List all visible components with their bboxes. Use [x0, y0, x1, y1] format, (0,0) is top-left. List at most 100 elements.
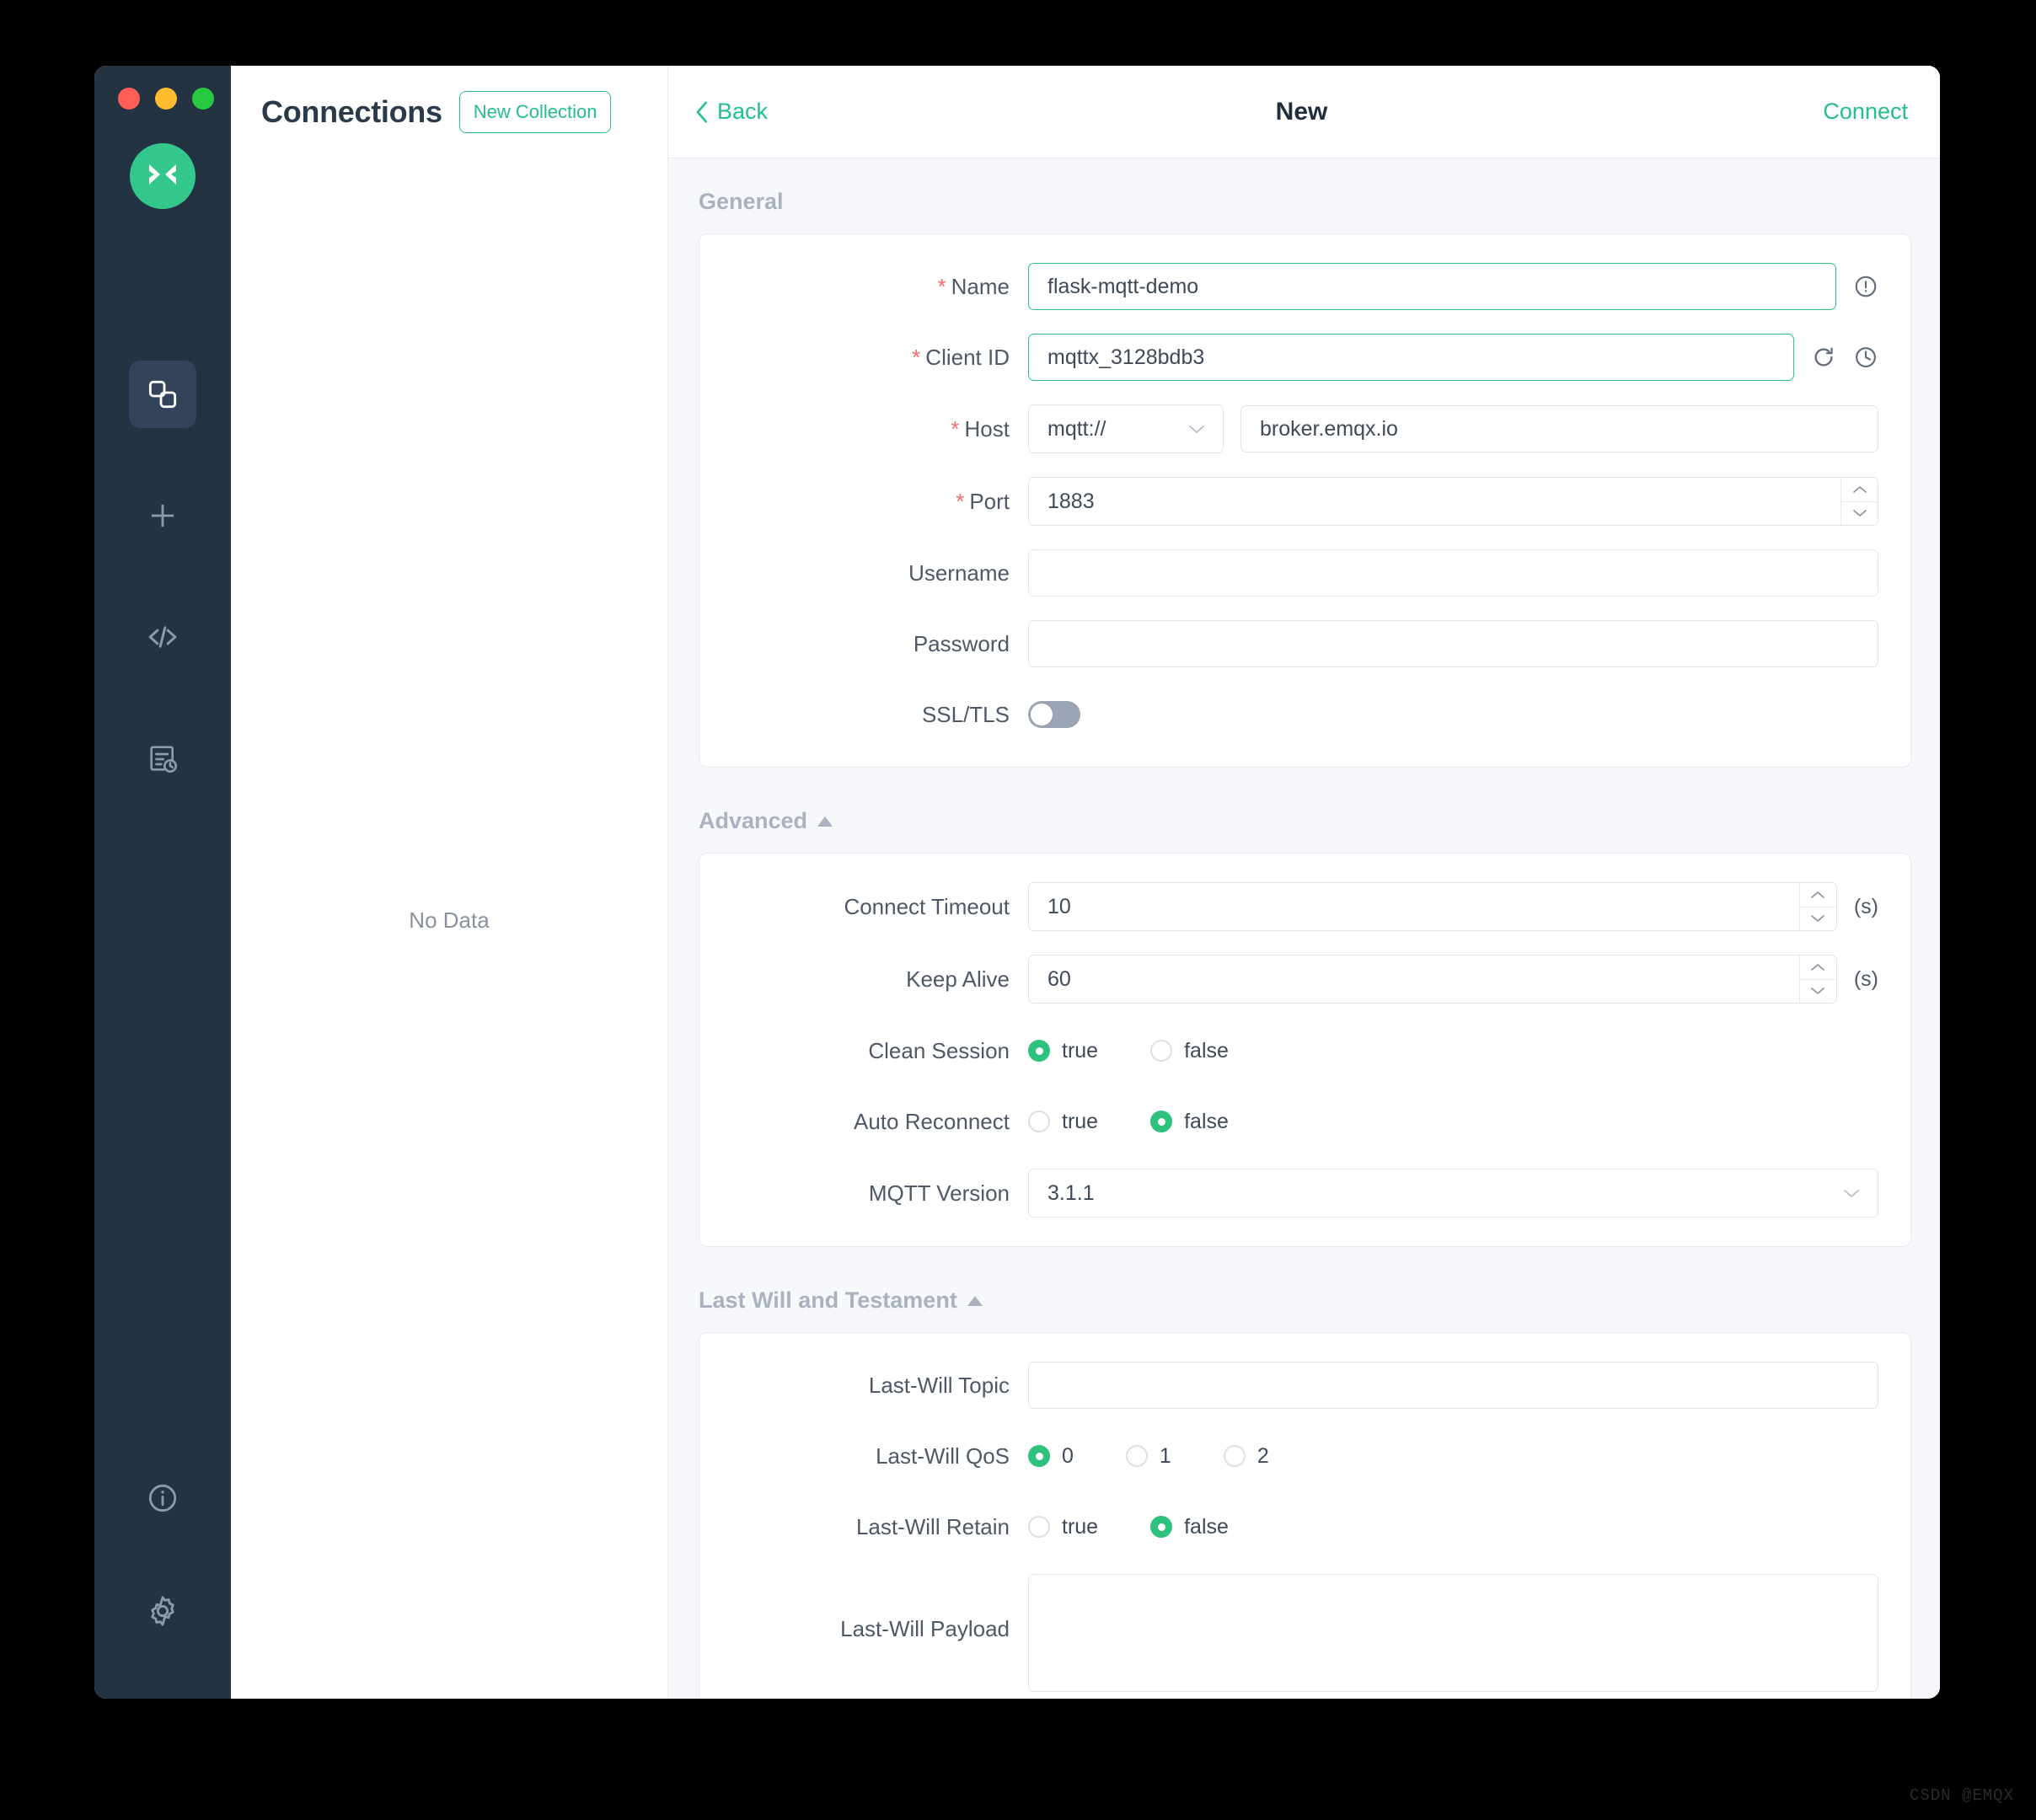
last-will-retain-option-true[interactable]: true — [1028, 1515, 1098, 1539]
rail-bottom-group — [94, 1464, 231, 1645]
sidebar-item-scripts[interactable] — [129, 603, 196, 671]
exclamation-circle-icon[interactable] — [1853, 274, 1878, 299]
clean-session-option-true[interactable]: true — [1028, 1039, 1098, 1063]
keep-alive-spinner[interactable] — [1798, 956, 1836, 1004]
required-marker: * — [951, 415, 960, 442]
last-will-payload-textarea[interactable] — [1028, 1574, 1878, 1692]
host-input[interactable]: broker.emqx.io — [1240, 405, 1878, 452]
required-marker: * — [912, 344, 921, 370]
minimize-window-button[interactable] — [155, 88, 177, 110]
keep-alive-unit: (s) — [1853, 966, 1878, 991]
field-row-last-will-qos: Last-Will QoS 0 1 2 — [699, 1432, 1910, 1480]
connections-panel: Connections New Collection No Data — [231, 66, 668, 1699]
connect-timeout-unit: (s) — [1853, 894, 1878, 918]
radio-dot-icon — [1028, 1445, 1050, 1467]
radio-dot-icon — [1125, 1445, 1148, 1467]
new-collection-button[interactable]: New Collection — [458, 91, 612, 133]
port-input[interactable]: 1883 — [1029, 478, 1840, 525]
host-protocol-select[interactable]: mqtt:// — [1028, 404, 1224, 453]
host-protocol-value: mqtt:// — [1047, 416, 1106, 441]
form-header: Back New Connect — [668, 66, 1940, 158]
last-will-qos-option-1[interactable]: 1 — [1125, 1444, 1171, 1469]
caret-up-icon — [967, 1295, 983, 1306]
mqttx-logo-icon — [130, 143, 196, 209]
connect-timeout-increment-button[interactable] — [1799, 883, 1836, 907]
label-last-will-retain: Last-Will Retain — [855, 1513, 1010, 1539]
page-title: Connections — [261, 94, 442, 129]
section-label-general: General — [699, 189, 784, 214]
field-row-last-will-retain: Last-Will Retain true false — [699, 1503, 1910, 1550]
connections-empty-state: No Data — [409, 907, 490, 933]
username-input[interactable] — [1028, 549, 1878, 597]
section-header-general: General — [668, 158, 1911, 233]
last-will-retain-option-false[interactable]: false — [1150, 1515, 1229, 1539]
last-will-card: Last-Will Topic Last-Will QoS 0 1 2 Last… — [699, 1332, 1911, 1699]
auto-reconnect-option-true[interactable]: true — [1028, 1110, 1098, 1134]
close-window-button[interactable] — [118, 88, 140, 110]
field-row-mqtt-version: MQTT Version 3.1.1 — [699, 1169, 1910, 1218]
last-will-qos-option-2[interactable]: 2 — [1223, 1444, 1269, 1469]
form-title: New — [1275, 97, 1328, 126]
last-will-topic-input[interactable] — [1028, 1362, 1878, 1409]
connect-timeout-stepper[interactable]: 10 — [1028, 882, 1837, 931]
radio-dot-icon — [1028, 1516, 1050, 1538]
radio-dot-icon — [1150, 1040, 1173, 1062]
radio-dot-icon — [1223, 1445, 1246, 1467]
section-header-advanced[interactable]: Advanced — [668, 778, 1911, 853]
field-row-username: Username — [699, 549, 1910, 597]
sidebar-item-log[interactable] — [129, 725, 196, 792]
section-header-last-will[interactable]: Last Will and Testament — [668, 1257, 1911, 1332]
label-last-will-qos: Last-Will QoS — [876, 1443, 1010, 1469]
connect-timeout-decrement-button[interactable] — [1800, 907, 1836, 931]
port-increment-button[interactable] — [1841, 478, 1878, 502]
zoom-window-button[interactable] — [192, 88, 214, 110]
label-port: * Port — [956, 488, 1010, 514]
field-row-client-id: * Client ID mqttx_3128bdb3 — [699, 334, 1910, 381]
field-row-password: Password — [699, 620, 1910, 667]
clean-session-option-false[interactable]: false — [1150, 1039, 1229, 1063]
label-host: * Host — [951, 415, 1010, 442]
radio-dot-icon — [1028, 1111, 1050, 1132]
field-row-port: * Port 1883 — [699, 477, 1910, 526]
auto-reconnect-radio-group: true false — [1028, 1110, 1281, 1134]
connect-timeout-spinner[interactable] — [1798, 883, 1836, 931]
label-name: * Name — [937, 273, 1010, 299]
sidebar-item-about[interactable] — [129, 1464, 196, 1532]
keep-alive-input[interactable]: 60 — [1029, 956, 1799, 1003]
port-decrement-button[interactable] — [1841, 502, 1878, 526]
mqtt-version-select[interactable]: 3.1.1 — [1028, 1169, 1878, 1218]
port-spinner[interactable] — [1840, 478, 1878, 525]
form-scroll-area[interactable]: General * Name flask-mqtt-demo * Client … — [668, 158, 1940, 1699]
label-client-id: * Client ID — [912, 344, 1010, 370]
connection-form-panel: Back New Connect General * Name flask-mq… — [668, 66, 1940, 1699]
name-input[interactable]: flask-mqtt-demo — [1028, 263, 1836, 310]
sidebar-item-settings[interactable] — [129, 1577, 196, 1645]
password-input[interactable] — [1028, 620, 1878, 667]
keep-alive-stepper[interactable]: 60 — [1028, 955, 1837, 1004]
sidebar-item-new-connection[interactable] — [129, 482, 196, 549]
connect-timeout-input[interactable]: 10 — [1029, 883, 1799, 930]
auto-reconnect-option-false[interactable]: false — [1150, 1110, 1229, 1134]
caret-up-icon — [817, 816, 833, 827]
mqtt-version-value: 3.1.1 — [1047, 1180, 1095, 1205]
back-button[interactable]: Back — [695, 99, 864, 125]
general-card: * Name flask-mqtt-demo * Client ID mqttx… — [699, 233, 1911, 768]
watermark: CSDN @EMQX — [1909, 1786, 2014, 1805]
ssl-tls-toggle[interactable] — [1028, 701, 1080, 728]
label-clean-session: Clean Session — [868, 1037, 1010, 1063]
sidebar-item-connections[interactable] — [129, 361, 196, 428]
port-stepper[interactable]: 1883 — [1028, 477, 1878, 526]
clock-icon[interactable] — [1853, 345, 1878, 370]
client-id-input[interactable]: mqttx_3128bdb3 — [1028, 334, 1794, 381]
chevron-left-icon — [696, 100, 708, 123]
last-will-qos-option-0[interactable]: 0 — [1028, 1444, 1074, 1469]
window-traffic-lights — [118, 88, 214, 110]
required-marker: * — [956, 488, 965, 514]
connect-button[interactable]: Connect — [1739, 99, 1908, 125]
label-connect-timeout: Connect Timeout — [844, 893, 1010, 919]
field-row-name: * Name flask-mqtt-demo — [699, 263, 1910, 310]
keep-alive-decrement-button[interactable] — [1800, 980, 1836, 1004]
keep-alive-increment-button[interactable] — [1799, 956, 1836, 980]
refresh-icon[interactable] — [1811, 345, 1836, 370]
field-row-keep-alive: Keep Alive 60 (s) — [699, 955, 1910, 1004]
